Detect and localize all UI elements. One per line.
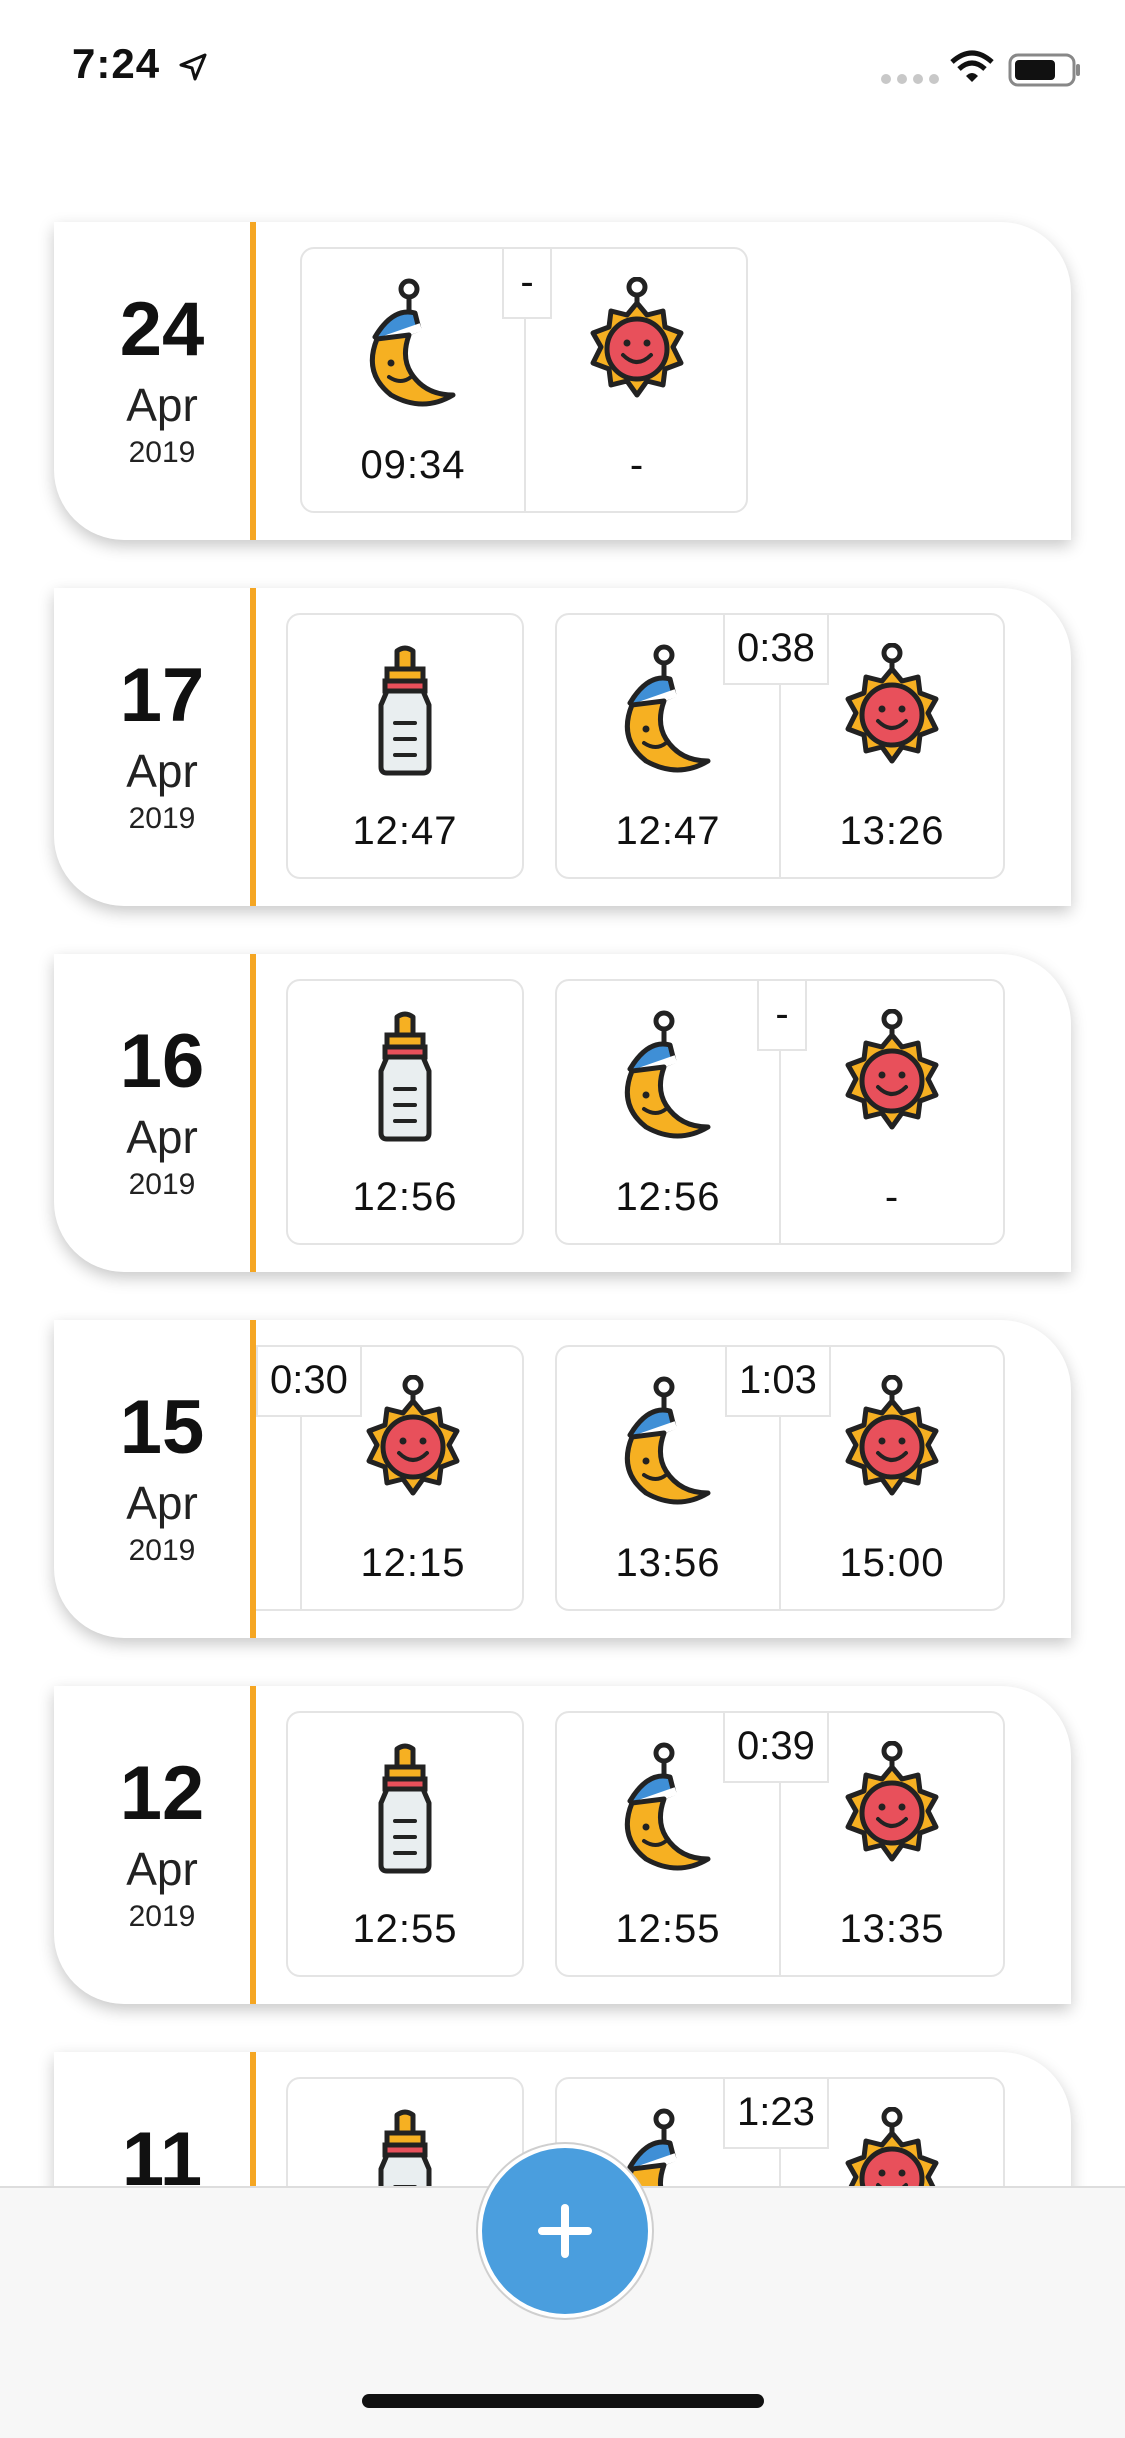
bottle-slot: 12:56 [294, 981, 516, 1243]
wake-time: 12:15 [360, 1541, 466, 1585]
date-month: Apr [126, 1477, 198, 1529]
wake-slot: - [526, 249, 748, 511]
baby-bottle-icon [345, 643, 465, 779]
wake-slot: 15:00 [781, 1347, 1003, 1609]
bottle-feed-tile[interactable]: 12:47 [286, 613, 524, 879]
feed-time: 12:47 [352, 809, 458, 853]
date-column: 16 Apr 2019 [54, 954, 252, 1272]
date-year: 2019 [128, 1900, 196, 1933]
wake-time: 13:26 [839, 809, 945, 853]
feed-time: 12:55 [352, 1907, 458, 1951]
bottle-feed-tile[interactable]: 12:55 [286, 1711, 524, 1977]
date-month: Apr [126, 379, 198, 431]
sun-wake-icon [832, 643, 952, 779]
wake-slot: 12:15 [302, 1347, 524, 1609]
sleep-start-time: 12:55 [615, 1907, 721, 1951]
sleep-start-time: 12:56 [615, 1175, 721, 1219]
moon-sleep-icon [608, 643, 728, 779]
date-month: Apr [126, 745, 198, 797]
moon-sleep-icon [608, 1009, 728, 1145]
location-arrow-icon [179, 53, 207, 81]
wake-time: - [884, 1175, 900, 1219]
date-day: 16 [119, 1019, 205, 1104]
date-year: 2019 [128, 802, 196, 835]
bottle-feed-tile[interactable]: 12:56 [286, 979, 524, 1245]
wake-slot: 13:26 [781, 615, 1003, 877]
battery-icon [1008, 53, 1080, 87]
moon-sleep-icon [608, 1741, 728, 1877]
day-card[interactable]: 15 Apr 2019 0:30 12:15 13:56 1:03 15:00 [54, 1320, 1071, 1638]
date-column: 15 Apr 2019 [54, 1320, 252, 1638]
sleep-start-time: 09:34 [360, 443, 466, 487]
sun-wake-icon [832, 1009, 952, 1145]
sleep-session-tile[interactable]: 12:56 - - [555, 979, 1005, 1245]
cellular-signal-icon [881, 74, 939, 84]
home-indicator[interactable] [362, 2394, 764, 2408]
date-day: 12 [119, 1751, 205, 1836]
date-day: 17 [119, 653, 205, 738]
plus-icon-vertical [561, 2204, 569, 2258]
sun-wake-icon [832, 1741, 952, 1877]
date-column: 17 Apr 2019 [54, 588, 252, 906]
feed-time: 12:56 [352, 1175, 458, 1219]
sleep-start-slot: 09:34 [302, 249, 524, 511]
timeline-divider [250, 222, 256, 540]
wake-slot: - [781, 981, 1003, 1243]
wake-time: 13:35 [839, 1907, 945, 1951]
baby-bottle-icon [345, 1009, 465, 1145]
date-column: 24 Apr 2019 [54, 222, 252, 540]
sleep-session-tile[interactable]: 12:47 0:38 13:26 [555, 613, 1005, 879]
baby-bottle-icon [345, 1741, 465, 1877]
bottle-slot: 12:55 [294, 1713, 516, 1975]
timeline-divider [250, 588, 256, 906]
wake-continued-tile[interactable]: 0:30 12:15 [256, 1345, 524, 1611]
date-month: Apr [126, 1843, 198, 1895]
sleep-session-tile[interactable]: 13:56 1:03 15:00 [555, 1345, 1005, 1611]
date-column: 12 Apr 2019 [54, 1686, 252, 2004]
sleep-start-time: 13:56 [615, 1541, 721, 1585]
timeline-divider [250, 954, 256, 1272]
bottle-slot: 12:47 [294, 615, 516, 877]
moon-sleep-icon [353, 277, 473, 413]
status-time: 7:24 [72, 40, 161, 87]
wake-time: - [629, 443, 645, 487]
status-bar: 7:24 [0, 0, 1125, 140]
sun-wake-icon [832, 1375, 952, 1511]
sleep-session-tile[interactable]: 09:34 - - [300, 247, 748, 513]
day-card[interactable]: 17 Apr 2019 12:47 12:47 0:38 13:26 [54, 588, 1071, 906]
day-card[interactable]: 12 Apr 2019 12:55 12:55 0:39 13:35 [54, 1686, 1071, 2004]
date-year: 2019 [128, 1168, 196, 1201]
date-year: 2019 [128, 436, 196, 469]
sleep-start-slot: 12:56 [557, 981, 779, 1243]
timeline-divider [250, 1686, 256, 2004]
sleep-start-time: 12:47 [615, 809, 721, 853]
date-month: Apr [126, 1111, 198, 1163]
wake-time: 15:00 [839, 1541, 945, 1585]
wake-slot: 13:35 [781, 1713, 1003, 1975]
sun-wake-icon [353, 1375, 473, 1511]
date-day: 24 [119, 287, 205, 372]
wifi-icon [950, 50, 994, 82]
add-entry-button[interactable] [478, 2144, 652, 2318]
sun-wake-icon [577, 277, 697, 413]
sleep-session-tile[interactable]: 12:55 0:39 13:35 [555, 1711, 1005, 1977]
day-card[interactable]: 24 Apr 2019 09:34 - - [54, 222, 1071, 540]
moon-sleep-icon [608, 1375, 728, 1511]
date-day: 15 [119, 1385, 205, 1470]
date-year: 2019 [128, 1534, 196, 1567]
day-card[interactable]: 16 Apr 2019 12:56 12:56 - - [54, 954, 1071, 1272]
